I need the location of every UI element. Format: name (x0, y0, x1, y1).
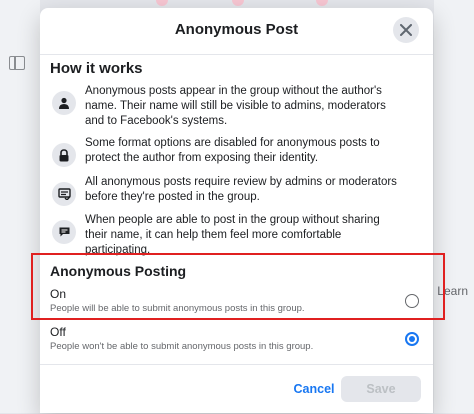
info-text: When people are able to post in the grou… (85, 214, 380, 256)
sidebar-toggle-icon (9, 56, 25, 70)
option-label: On (50, 287, 67, 301)
review-icon (52, 182, 76, 206)
background-decoration (316, 0, 328, 6)
background-decoration (156, 0, 168, 6)
how-it-works-title: How it works (50, 60, 143, 77)
background-right-panel (434, 0, 474, 413)
save-button[interactable]: Save (341, 376, 421, 402)
chat-icon (52, 220, 76, 244)
anonymous-post-dialog: Anonymous Post How it works Anonymous po… (31, 8, 445, 414)
option-description: People won't be able to submit anonymous… (50, 341, 314, 352)
close-button[interactable] (393, 17, 419, 43)
lock-icon (52, 143, 76, 167)
info-text: All anonymous posts require review by ad… (85, 176, 397, 203)
radio-on[interactable] (405, 294, 419, 308)
background-decoration (232, 0, 244, 6)
person-icon (52, 91, 76, 115)
background-left-panel (0, 0, 40, 413)
info-text: Anonymous posts appear in the group with… (85, 85, 386, 127)
dialog-footer: Cancel Save (40, 364, 433, 414)
option-off[interactable]: Off People won't be able to submit anony… (40, 325, 433, 361)
option-label: Off (50, 325, 66, 339)
info-item: Some format options are disabled for ano… (52, 136, 412, 167)
info-item: Anonymous posts appear in the group with… (52, 84, 412, 129)
close-icon (400, 24, 412, 36)
cancel-button[interactable]: Cancel (286, 376, 342, 402)
dialog-header: Anonymous Post (40, 8, 433, 55)
dialog-title: Anonymous Post (174, 21, 299, 38)
option-description: People will be able to submit anonymous … (50, 303, 305, 314)
info-item: All anonymous posts require review by ad… (52, 175, 412, 206)
option-on[interactable]: On People will be able to submit anonymo… (40, 287, 433, 323)
info-item: When people are able to post in the grou… (52, 213, 412, 258)
info-text: Some format options are disabled for ano… (85, 137, 380, 164)
anonymous-posting-title: Anonymous Posting (50, 263, 187, 279)
radio-off[interactable] (405, 332, 419, 346)
